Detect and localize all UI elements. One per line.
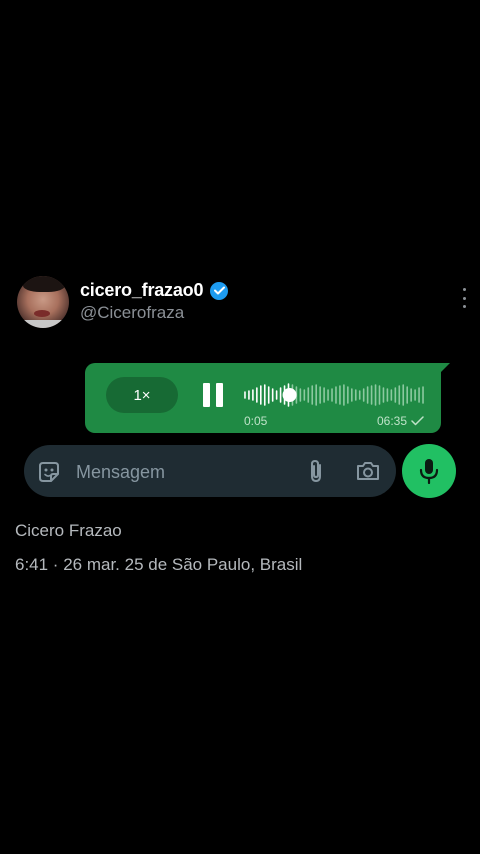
- pause-icon[interactable]: [202, 383, 224, 407]
- message-input[interactable]: [74, 457, 298, 487]
- screen: cicero_frazao0 @Cicerofraza 1× 0:05 06:3…: [0, 0, 480, 854]
- camera-icon[interactable]: [355, 459, 381, 483]
- display-name[interactable]: cicero_frazao0: [80, 280, 203, 301]
- message-composer: [24, 445, 396, 497]
- name-row: cicero_frazao0: [80, 280, 229, 301]
- single-check-icon: [411, 416, 424, 426]
- voice-message-bubble: 1× 0:05 06:35: [85, 363, 441, 433]
- avatar-shirt: [17, 320, 69, 328]
- avatar-mouth: [34, 310, 50, 317]
- microphone-button[interactable]: [402, 444, 456, 498]
- post-timestamp-location: 6:41 · 26 mar. 25 de São Paulo, Brasil: [15, 555, 303, 574]
- microphone-icon: [419, 459, 439, 484]
- message-time-row: 06:35: [377, 414, 424, 428]
- bubble-tail: [441, 363, 450, 372]
- audio-waveform[interactable]: [243, 383, 425, 407]
- paperclip-icon[interactable]: [304, 458, 328, 484]
- elapsed-time: 0:05: [244, 414, 268, 428]
- post-author: Cicero Frazao: [15, 521, 122, 540]
- vertical-ellipsis-icon[interactable]: [461, 288, 467, 308]
- profile-header: cicero_frazao0 @Cicerofraza: [17, 276, 467, 330]
- playback-speed-button[interactable]: 1×: [106, 377, 178, 413]
- sticker-icon[interactable]: [36, 459, 62, 485]
- playback-position-knob[interactable]: [282, 388, 297, 402]
- verified-badge-icon: [210, 281, 229, 300]
- avatar[interactable]: [17, 276, 69, 328]
- avatar-hair: [23, 276, 65, 292]
- message-time: 06:35: [376, 414, 407, 428]
- user-handle[interactable]: @Cicerofraza: [80, 303, 184, 323]
